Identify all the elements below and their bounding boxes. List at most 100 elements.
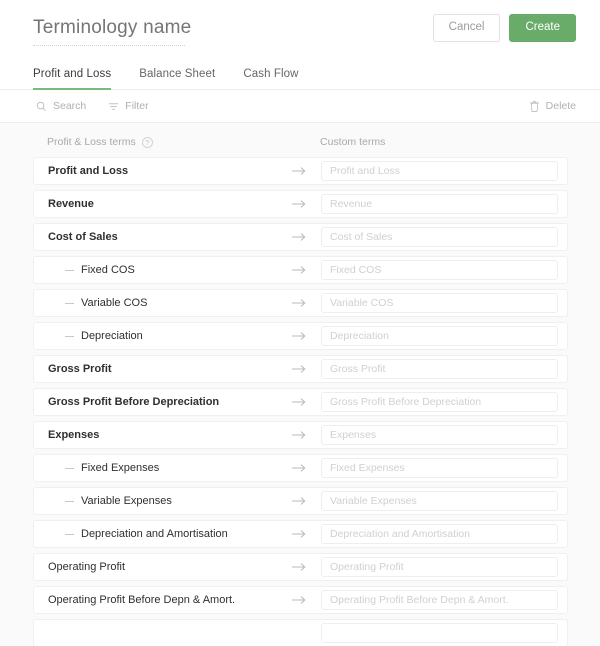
column-header-custom: Custom terms (320, 136, 385, 148)
arrow-right-icon (276, 496, 321, 506)
terminology-name-input[interactable] (33, 16, 333, 46)
arrow-right-icon (276, 331, 321, 341)
dash-icon (65, 500, 74, 502)
term-row-label-text: Variable Expenses (81, 495, 172, 507)
custom-term-input[interactable] (321, 161, 558, 181)
custom-term-cell (321, 161, 567, 181)
custom-term-cell (321, 359, 567, 379)
custom-term-input[interactable] (321, 194, 558, 214)
term-row-label: Variable Expenses (34, 495, 276, 507)
custom-term-cell (321, 392, 567, 412)
term-row: Profit and Loss (33, 157, 568, 185)
arrow-right-icon (276, 562, 321, 572)
custom-term-cell (321, 590, 567, 610)
filter-label: Filter (125, 100, 149, 112)
custom-term-cell (321, 425, 567, 445)
column-headers: Profit & Loss terms ? Custom terms (33, 123, 568, 157)
term-row-label-text: Profit and Loss (48, 165, 129, 177)
term-row-label: Operating Profit (34, 561, 276, 573)
dash-icon (65, 269, 74, 271)
term-row-label-text: Revenue (48, 198, 94, 210)
term-row: Expenses (33, 421, 568, 449)
arrow-right-icon (276, 529, 321, 539)
term-row-label-text: Fixed COS (81, 264, 135, 276)
tab-balance-sheet[interactable]: Balance Sheet (139, 68, 215, 89)
term-row-label-text: Depreciation (81, 330, 143, 342)
arrow-right-icon (276, 166, 321, 176)
term-row-label: Depreciation (34, 330, 276, 342)
custom-term-input[interactable] (321, 590, 558, 610)
filter-icon (108, 101, 119, 112)
term-row-label: Operating Profit Before Depn & Amort. (34, 594, 276, 606)
custom-term-cell (321, 491, 567, 511)
term-row-label: Revenue (34, 198, 276, 210)
custom-term-input[interactable] (321, 392, 558, 412)
term-row-label: Gross Profit (34, 363, 276, 375)
term-row: Cost of Sales (33, 223, 568, 251)
custom-term-cell (321, 227, 567, 247)
custom-term-cell (321, 557, 567, 577)
term-row-label: Variable COS (34, 297, 276, 309)
custom-term-input[interactable] (321, 425, 558, 445)
custom-term-input[interactable] (321, 293, 558, 313)
custom-term-input[interactable] (321, 623, 558, 643)
custom-term-input[interactable] (321, 491, 558, 511)
trash-icon (529, 100, 540, 112)
term-row: Gross Profit (33, 355, 568, 383)
term-row: Variable COS (33, 289, 568, 317)
term-row-label-text: Expenses (48, 429, 100, 441)
term-row-label-text: Operating Profit Before Depn & Amort. (48, 594, 236, 606)
tab-bar: Profit and Loss Balance Sheet Cash Flow (0, 56, 600, 90)
delete-button[interactable]: Delete (529, 100, 576, 112)
arrow-right-icon (276, 265, 321, 275)
dash-icon (65, 533, 74, 535)
create-button[interactable]: Create (509, 14, 576, 42)
custom-term-cell (321, 458, 567, 478)
term-row-label: Profit and Loss (34, 165, 276, 177)
arrow-right-icon (276, 430, 321, 440)
custom-term-input[interactable] (321, 260, 558, 280)
term-row: Depreciation and Amortisation (33, 520, 568, 548)
term-row: Fixed Expenses (33, 454, 568, 482)
dash-icon (65, 335, 74, 337)
custom-term-input[interactable] (321, 524, 558, 544)
custom-term-cell (321, 623, 567, 643)
column-header-source: Profit & Loss terms ? (33, 136, 320, 148)
terminology-editor-page: Cancel Create Profit and Loss Balance Sh… (0, 0, 600, 646)
custom-term-cell (321, 524, 567, 544)
arrow-right-icon (276, 463, 321, 473)
header-actions: Cancel Create (432, 14, 576, 42)
arrow-right-icon (276, 298, 321, 308)
term-row: Fixed COS (33, 256, 568, 284)
help-circle-icon[interactable]: ? (141, 136, 153, 148)
cancel-button[interactable]: Cancel (432, 14, 501, 42)
custom-term-input[interactable] (321, 359, 558, 379)
column-header-custom-label: Custom terms (320, 136, 386, 148)
term-row-label-text: Gross Profit (48, 363, 112, 375)
terminology-name-field-wrap (33, 11, 333, 46)
terms-rows: Profit and Loss Revenue Cost of Sales Fixed… (33, 157, 568, 646)
arrow-right-icon (276, 397, 321, 407)
tab-profit-and-loss[interactable]: Profit and Loss (33, 68, 112, 90)
custom-term-input[interactable] (321, 326, 558, 346)
custom-term-input[interactable] (321, 557, 558, 577)
search-button[interactable]: Search (36, 100, 86, 112)
tab-cash-flow[interactable]: Cash Flow (243, 68, 298, 89)
term-row: Revenue (33, 190, 568, 218)
filter-button[interactable]: Filter (108, 100, 149, 112)
toolbar-left-group: Search Filter (36, 100, 149, 112)
dash-icon (65, 467, 74, 469)
term-row-label-text: Cost of Sales (48, 231, 118, 243)
custom-term-input[interactable] (321, 458, 558, 478)
column-header-source-label: Profit & Loss terms (47, 136, 136, 148)
term-row: Depreciation (33, 322, 568, 350)
dash-icon (65, 302, 74, 304)
term-row-label: Fixed COS (34, 264, 276, 276)
terms-list-area: Profit & Loss terms ? Custom terms Profi… (0, 123, 600, 646)
term-row: Gross Profit Before Depreciation (33, 388, 568, 416)
term-row: Operating Profit (33, 553, 568, 581)
page-header: Cancel Create (0, 0, 600, 56)
delete-label: Delete (545, 100, 576, 112)
custom-term-input[interactable] (321, 227, 558, 247)
arrow-right-icon (276, 232, 321, 242)
